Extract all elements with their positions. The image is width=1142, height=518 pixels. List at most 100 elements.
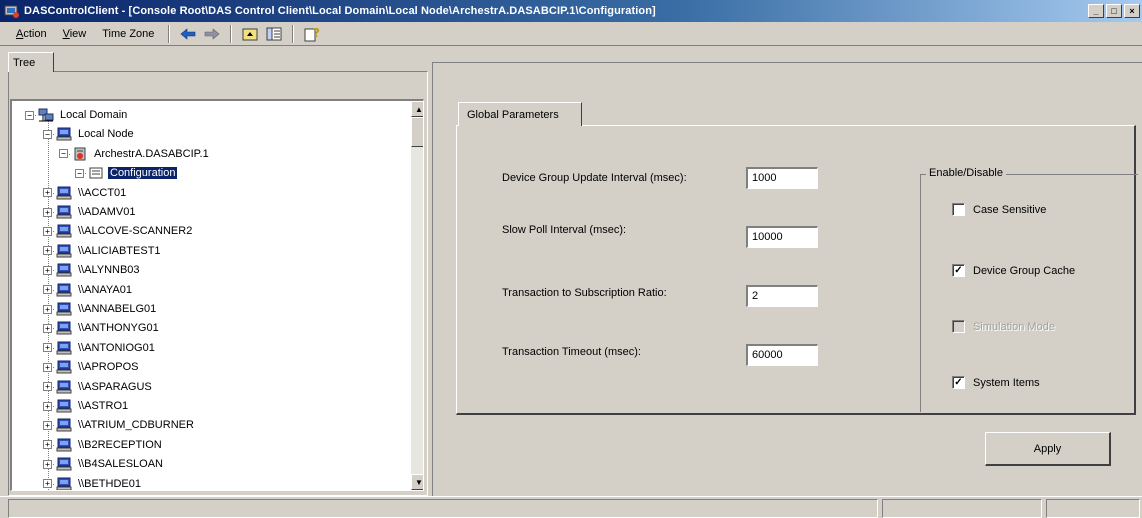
tree-item-label[interactable]: \\ASPARAGUS: [76, 381, 154, 393]
tree-item-label[interactable]: Configuration: [108, 167, 178, 180]
maximize-button[interactable]: □: [1106, 4, 1122, 18]
menu-view[interactable]: View: [55, 28, 95, 40]
scroll-thumb[interactable]: [411, 117, 423, 147]
device-group-update-interval-label: Device Group Update Interval (msec):: [502, 172, 687, 184]
expand-icon[interactable]: +: [43, 304, 52, 314]
tree-item-label[interactable]: \\ACCT01: [76, 187, 128, 199]
tab-tree[interactable]: Tree: [8, 52, 54, 72]
tree-item[interactable]: − ArchestrA.DASABCIP.1: [59, 145, 211, 163]
collapse-icon[interactable]: −: [25, 110, 34, 120]
tree-item-label[interactable]: \\ALICIABTEST1: [76, 245, 163, 257]
tree-item[interactable]: + \\ANTONIOG01: [43, 339, 157, 357]
tree-item-label[interactable]: ArchestrA.DASABCIP.1: [92, 148, 211, 160]
slow-poll-interval-input[interactable]: 10000: [746, 226, 818, 248]
forward-arrow-icon[interactable]: [201, 24, 223, 44]
tree-item-label[interactable]: \\ATRIUM_CDBURNER: [76, 419, 196, 431]
expand-icon[interactable]: +: [43, 479, 52, 489]
tree-item[interactable]: − Local Node: [43, 125, 136, 143]
tree-item[interactable]: + \\B2RECEPTION: [43, 436, 164, 454]
transaction-timeout-input[interactable]: 60000: [746, 344, 818, 366]
expand-icon[interactable]: +: [43, 420, 52, 430]
close-button[interactable]: ×: [1124, 4, 1140, 18]
collapse-icon[interactable]: −: [75, 168, 84, 178]
tree-item[interactable]: + \\ALICIABTEST1: [43, 242, 163, 260]
checkbox-box[interactable]: ✓: [952, 376, 965, 389]
tree-item-label[interactable]: \\ALYNNB03: [76, 264, 142, 276]
tree-item-label[interactable]: \\ALCOVE-SCANNER2: [76, 225, 194, 237]
expand-icon[interactable]: +: [43, 188, 52, 198]
tree-item[interactable]: + \\ALYNNB03: [43, 261, 142, 279]
scroll-up-icon[interactable]: ▲: [411, 101, 423, 117]
tree-item[interactable]: + \\ANNABELG01: [43, 300, 158, 318]
tree-item-label[interactable]: Local Node: [76, 128, 136, 140]
title-bar[interactable]: DASControlClient - [Console Root\DAS Con…: [0, 0, 1142, 22]
tree-item-label[interactable]: \\B4SALESLOAN: [76, 458, 165, 470]
back-arrow-icon[interactable]: [177, 24, 199, 44]
tab-global-parameters[interactable]: Global Parameters: [458, 102, 582, 126]
computer-icon: [56, 302, 72, 316]
tree-item[interactable]: + \\B4SALESLOAN: [43, 455, 165, 473]
tree-item-label[interactable]: \\BETHDE01: [76, 478, 143, 490]
checkbox-box[interactable]: [952, 320, 965, 333]
expand-icon[interactable]: +: [43, 265, 52, 275]
tree-item[interactable]: − Local Domain: [25, 106, 129, 124]
tree-item[interactable]: + \\ADAMV01: [43, 203, 137, 221]
domain-icon: [38, 108, 54, 122]
simulation-mode-checkbox[interactable]: Simulation Mode: [952, 320, 1055, 333]
tree-item-label[interactable]: \\APROPOS: [76, 361, 141, 373]
tree-item-label[interactable]: Local Domain: [58, 109, 129, 121]
collapse-icon[interactable]: −: [43, 129, 52, 139]
simulation-mode-label: Simulation Mode: [973, 320, 1055, 333]
help-icon[interactable]: ?: [301, 24, 323, 44]
system-items-label: System Items: [973, 376, 1040, 389]
tree-item-label[interactable]: \\ANAYA01: [76, 284, 134, 296]
tree-item[interactable]: + \\ATRIUM_CDBURNER: [43, 416, 196, 434]
transaction-ratio-input[interactable]: 2: [746, 285, 818, 307]
tree-scrollbar[interactable]: ▲ ▼: [411, 101, 423, 490]
tree-item[interactable]: + \\ALCOVE-SCANNER2: [43, 222, 194, 240]
case-sensitive-checkbox[interactable]: Case Sensitive: [952, 203, 1046, 216]
expand-icon[interactable]: +: [43, 459, 52, 469]
collapse-icon[interactable]: −: [59, 149, 68, 159]
tree-item[interactable]: + \\ANAYA01: [43, 281, 134, 299]
up-folder-icon[interactable]: [239, 24, 261, 44]
tree-item-label[interactable]: \\ANTHONYG01: [76, 322, 161, 334]
menu-action[interactable]: Action: [8, 28, 55, 40]
tree-item[interactable]: − Configuration: [75, 164, 178, 182]
tree-item-label[interactable]: \\ADAMV01: [76, 206, 137, 218]
expand-icon[interactable]: +: [43, 362, 52, 372]
tree-item[interactable]: + \\ANTHONYG01: [43, 319, 161, 337]
expand-icon[interactable]: +: [43, 401, 52, 411]
checkbox-box[interactable]: ✓: [952, 264, 965, 277]
expand-icon[interactable]: +: [43, 285, 52, 295]
computer-icon: [56, 127, 72, 141]
expand-icon[interactable]: +: [43, 343, 52, 353]
tree-item[interactable]: + \\ASTRO1: [43, 397, 130, 415]
checkbox-box[interactable]: [952, 203, 965, 216]
menu-time-zone[interactable]: Time Zone: [94, 28, 162, 40]
expand-icon[interactable]: +: [43, 323, 52, 333]
tree-view[interactable]: − Local Domain − Local Node − ArchestrA.DASAB…: [10, 99, 424, 491]
expand-icon[interactable]: +: [43, 226, 52, 236]
tree-item-label[interactable]: \\ASTRO1: [76, 400, 130, 412]
tree-item[interactable]: + \\ACCT01: [43, 184, 128, 202]
expand-icon[interactable]: +: [43, 246, 52, 256]
apply-button[interactable]: Apply: [985, 432, 1111, 466]
window-title: DASControlClient - [Console Root\DAS Con…: [24, 5, 656, 17]
minimize-button[interactable]: _: [1088, 4, 1104, 18]
app-icon: [4, 3, 20, 19]
device-group-cache-checkbox[interactable]: ✓ Device Group Cache: [952, 264, 1075, 277]
tree-item[interactable]: + \\ASPARAGUS: [43, 378, 154, 396]
expand-icon[interactable]: +: [43, 207, 52, 217]
tree-item-label[interactable]: \\B2RECEPTION: [76, 439, 164, 451]
expand-icon[interactable]: +: [43, 382, 52, 392]
tree-item[interactable]: + \\APROPOS: [43, 358, 141, 376]
system-items-checkbox[interactable]: ✓ System Items: [952, 376, 1040, 389]
tree-item-label[interactable]: \\ANNABELG01: [76, 303, 158, 315]
tree-item-label[interactable]: \\ANTONIOG01: [76, 342, 157, 354]
show-hide-tree-icon[interactable]: [263, 24, 285, 44]
device-group-update-interval-input[interactable]: 1000: [746, 167, 818, 189]
expand-icon[interactable]: +: [43, 440, 52, 450]
tree-item[interactable]: + \\BETHDE01: [43, 475, 143, 490]
scroll-down-icon[interactable]: ▼: [411, 474, 423, 490]
